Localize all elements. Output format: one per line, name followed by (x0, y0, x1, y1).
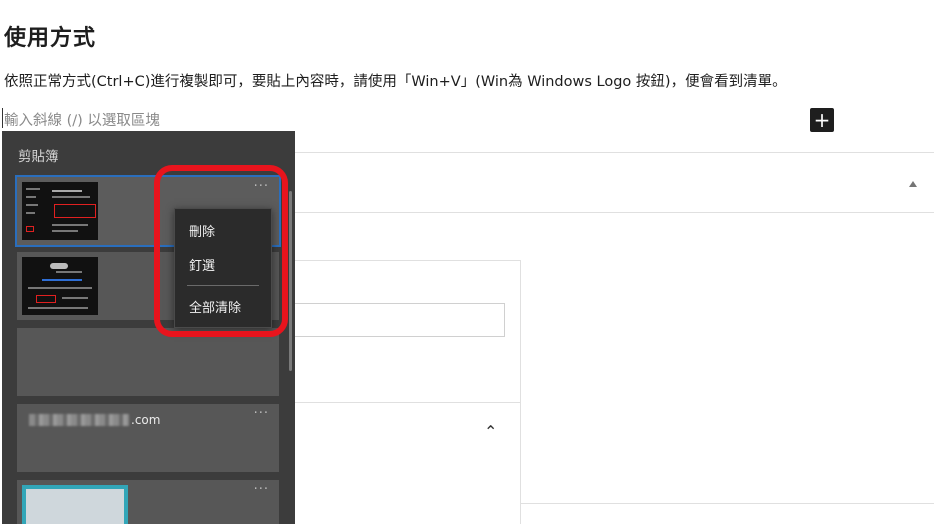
block-divider-bottom (521, 503, 934, 504)
screenshot-thumbnail (22, 257, 98, 315)
clipboard-item[interactable]: ··· (17, 480, 279, 524)
block-divider-mid (295, 212, 934, 213)
clipboard-item[interactable]: .com ··· (17, 404, 279, 472)
clipboard-title: 剪貼簿 (18, 149, 59, 165)
more-options-icon[interactable]: ··· (254, 482, 269, 497)
block-input-placeholder[interactable]: 輸入斜線 (/) 以選取區塊 (4, 109, 160, 130)
screenshot-thumbnail (22, 182, 98, 240)
clipboard-item-text: .com (131, 413, 161, 427)
instruction-paragraph: 依照正常方式(Ctrl+C)進行複製即可，要貼上內容時，請使用「Win+V」(W… (4, 74, 787, 90)
add-block-button[interactable]: + (810, 108, 834, 132)
background-input-field[interactable] (290, 303, 505, 337)
clipboard-item[interactable]: ··· (17, 328, 279, 396)
page-heading: 使用方式 (4, 26, 97, 51)
inner-panel-section (295, 402, 521, 403)
more-options-icon[interactable]: ··· (254, 406, 269, 421)
inner-panel-right (520, 260, 521, 524)
text-caret (2, 108, 3, 128)
block-divider-top (295, 152, 934, 153)
screenshot-thumbnail (22, 485, 128, 524)
inner-panel-top (295, 260, 521, 261)
redacted-email (29, 414, 129, 426)
collapse-arrow-icon[interactable] (909, 181, 917, 187)
annotation-highlight (154, 165, 288, 337)
chevron-up-icon[interactable]: ⌃ (484, 422, 497, 441)
clipboard-scrollbar[interactable] (289, 191, 292, 371)
